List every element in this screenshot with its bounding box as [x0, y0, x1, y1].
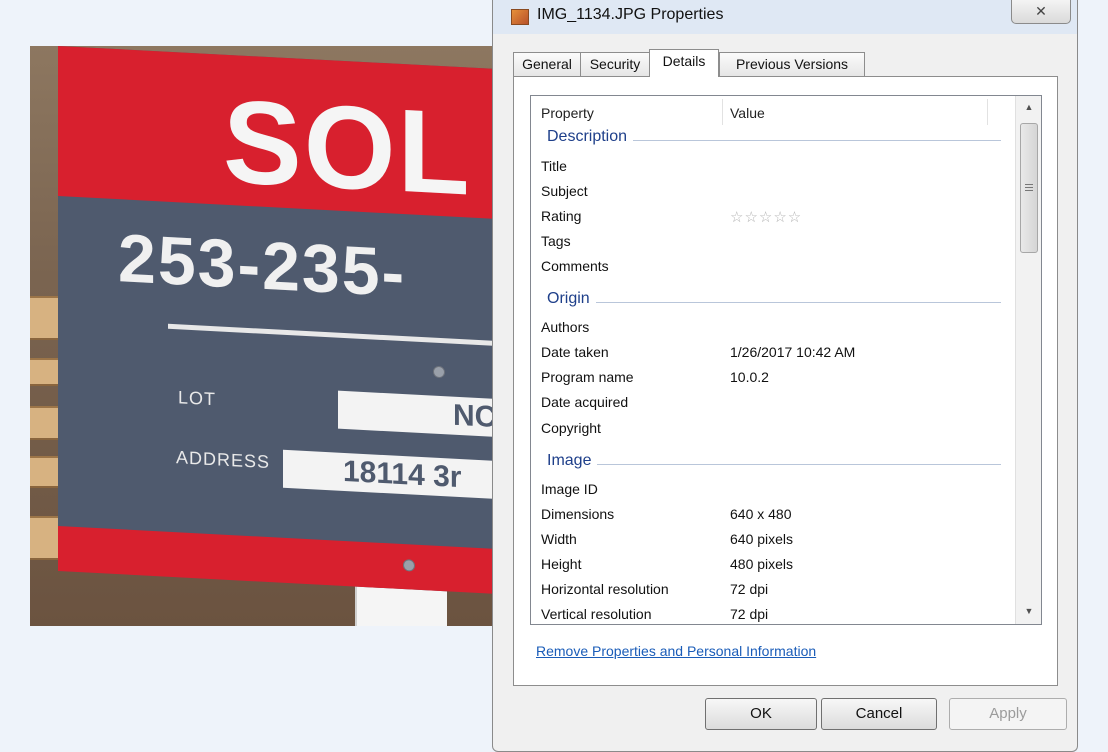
property-name: Tags	[541, 233, 571, 249]
property-name: Rating	[541, 208, 582, 224]
image-file-icon	[511, 9, 529, 25]
property-name: Copyright	[541, 420, 601, 436]
apply-button[interactable]: Apply	[949, 698, 1067, 730]
property-row-program-name[interactable]: Program name 10.0.2	[531, 366, 1009, 391]
property-list[interactable]: Property Value Description Title Subject…	[530, 95, 1042, 625]
group-description: Description	[531, 128, 1009, 153]
property-name: Authors	[541, 319, 590, 335]
sold-sign: SOL 253-235- LOT NC ADDRESS 18114 3r	[58, 46, 500, 596]
property-row-authors[interactable]: Authors	[531, 316, 1009, 341]
property-row-vertical-resolution[interactable]: Vertical resolution 72 dpi	[531, 603, 1009, 624]
property-value: 72 dpi	[730, 606, 769, 622]
group-label: Description	[541, 128, 634, 146]
property-row-date-acquired[interactable]: Date acquired	[531, 391, 1009, 416]
property-row-height[interactable]: Height 480 pixels	[531, 553, 1009, 578]
property-row-dimensions[interactable]: Dimensions 640 x 480	[531, 503, 1009, 528]
property-row-rating[interactable]: Rating ☆☆☆☆☆	[531, 205, 1009, 230]
lot-label: LOT	[178, 387, 217, 410]
column-separator[interactable]	[722, 99, 723, 125]
property-row-width[interactable]: Width 640 pixels	[531, 528, 1009, 553]
group-divider	[541, 464, 1001, 465]
list-header: Property Value	[531, 96, 1009, 126]
property-value: 640 x 480	[730, 506, 792, 522]
property-name: Dimensions	[541, 506, 615, 522]
address-value: 18114 3r	[283, 449, 500, 501]
close-button[interactable]: ✕	[1011, 0, 1071, 24]
vertical-scrollbar[interactable]: ▲ ▼	[1015, 96, 1041, 624]
rating-stars-icon[interactable]: ☆☆☆☆☆	[730, 208, 802, 226]
property-row-subject[interactable]: Subject	[531, 180, 1009, 205]
property-row-horizontal-resolution[interactable]: Horizontal resolution 72 dpi	[531, 578, 1009, 603]
group-divider	[541, 302, 1001, 303]
tab-general[interactable]: General	[513, 52, 581, 76]
property-name: Comments	[541, 258, 609, 274]
sign-rivet	[403, 559, 415, 572]
property-row-title[interactable]: Title	[531, 155, 1009, 180]
cancel-button[interactable]: Cancel	[821, 698, 937, 730]
sign-divider	[168, 323, 500, 348]
column-separator[interactable]	[987, 99, 988, 125]
property-name: Program name	[541, 369, 634, 385]
tab-details[interactable]: Details	[649, 49, 719, 77]
tab-security[interactable]: Security	[580, 52, 650, 76]
group-image: Image	[531, 452, 1009, 477]
property-name: Vertical resolution	[541, 606, 652, 622]
title-bar[interactable]: IMG_1134.JPG Properties ✕	[493, 0, 1077, 34]
ok-button[interactable]: OK	[705, 698, 817, 730]
property-value: 10.0.2	[730, 369, 769, 385]
group-label: Image	[541, 452, 598, 470]
property-name: Date taken	[541, 344, 609, 360]
scroll-down-arrow-icon[interactable]: ▼	[1016, 600, 1041, 622]
address-label: ADDRESS	[176, 447, 271, 473]
sign-phone-text: 253-235-	[118, 220, 407, 312]
property-name: Date acquired	[541, 394, 629, 410]
remove-properties-link[interactable]: Remove Properties and Personal Informati…	[536, 643, 816, 659]
property-name: Image ID	[541, 481, 598, 497]
grip-line	[1025, 190, 1033, 191]
property-name: Title	[541, 158, 567, 174]
scrollbar-thumb[interactable]	[1020, 123, 1038, 253]
property-row-comments[interactable]: Comments	[531, 255, 1009, 280]
lot-value: NC	[338, 390, 500, 439]
property-row-copyright[interactable]: Copyright	[531, 417, 1009, 442]
property-row-tags[interactable]: Tags	[531, 230, 1009, 255]
property-name: Width	[541, 531, 577, 547]
property-value: 640 pixels	[730, 531, 794, 547]
grip-line	[1025, 187, 1033, 188]
details-panel: Property Value Description Title Subject…	[513, 76, 1058, 686]
scroll-up-arrow-icon[interactable]: ▲	[1016, 96, 1041, 118]
property-name: Horizontal resolution	[541, 581, 669, 597]
sign-rivet	[433, 365, 445, 379]
properties-dialog: IMG_1134.JPG Properties ✕ General Securi…	[492, 0, 1078, 752]
property-value: 1/26/2017 10:42 AM	[730, 344, 856, 360]
group-origin: Origin	[531, 290, 1009, 315]
column-header-value[interactable]: Value	[730, 96, 765, 126]
property-row-image-id[interactable]: Image ID	[531, 478, 1009, 503]
background-photo: SOL 253-235- LOT NC ADDRESS 18114 3r	[30, 46, 500, 626]
window-title: IMG_1134.JPG Properties	[537, 6, 724, 23]
property-name: Subject	[541, 183, 588, 199]
group-label: Origin	[541, 290, 596, 308]
property-row-date-taken[interactable]: Date taken 1/26/2017 10:42 AM	[531, 341, 1009, 366]
tab-previous-versions[interactable]: Previous Versions	[719, 52, 865, 76]
property-name: Height	[541, 556, 582, 572]
desktop: SOL 253-235- LOT NC ADDRESS 18114 3r IMG…	[0, 0, 1108, 752]
sign-sold-text: SOL	[223, 75, 472, 221]
grip-line	[1025, 184, 1033, 185]
property-value: 72 dpi	[730, 581, 769, 597]
property-value: 480 pixels	[730, 556, 794, 572]
column-header-property[interactable]: Property	[541, 96, 594, 126]
